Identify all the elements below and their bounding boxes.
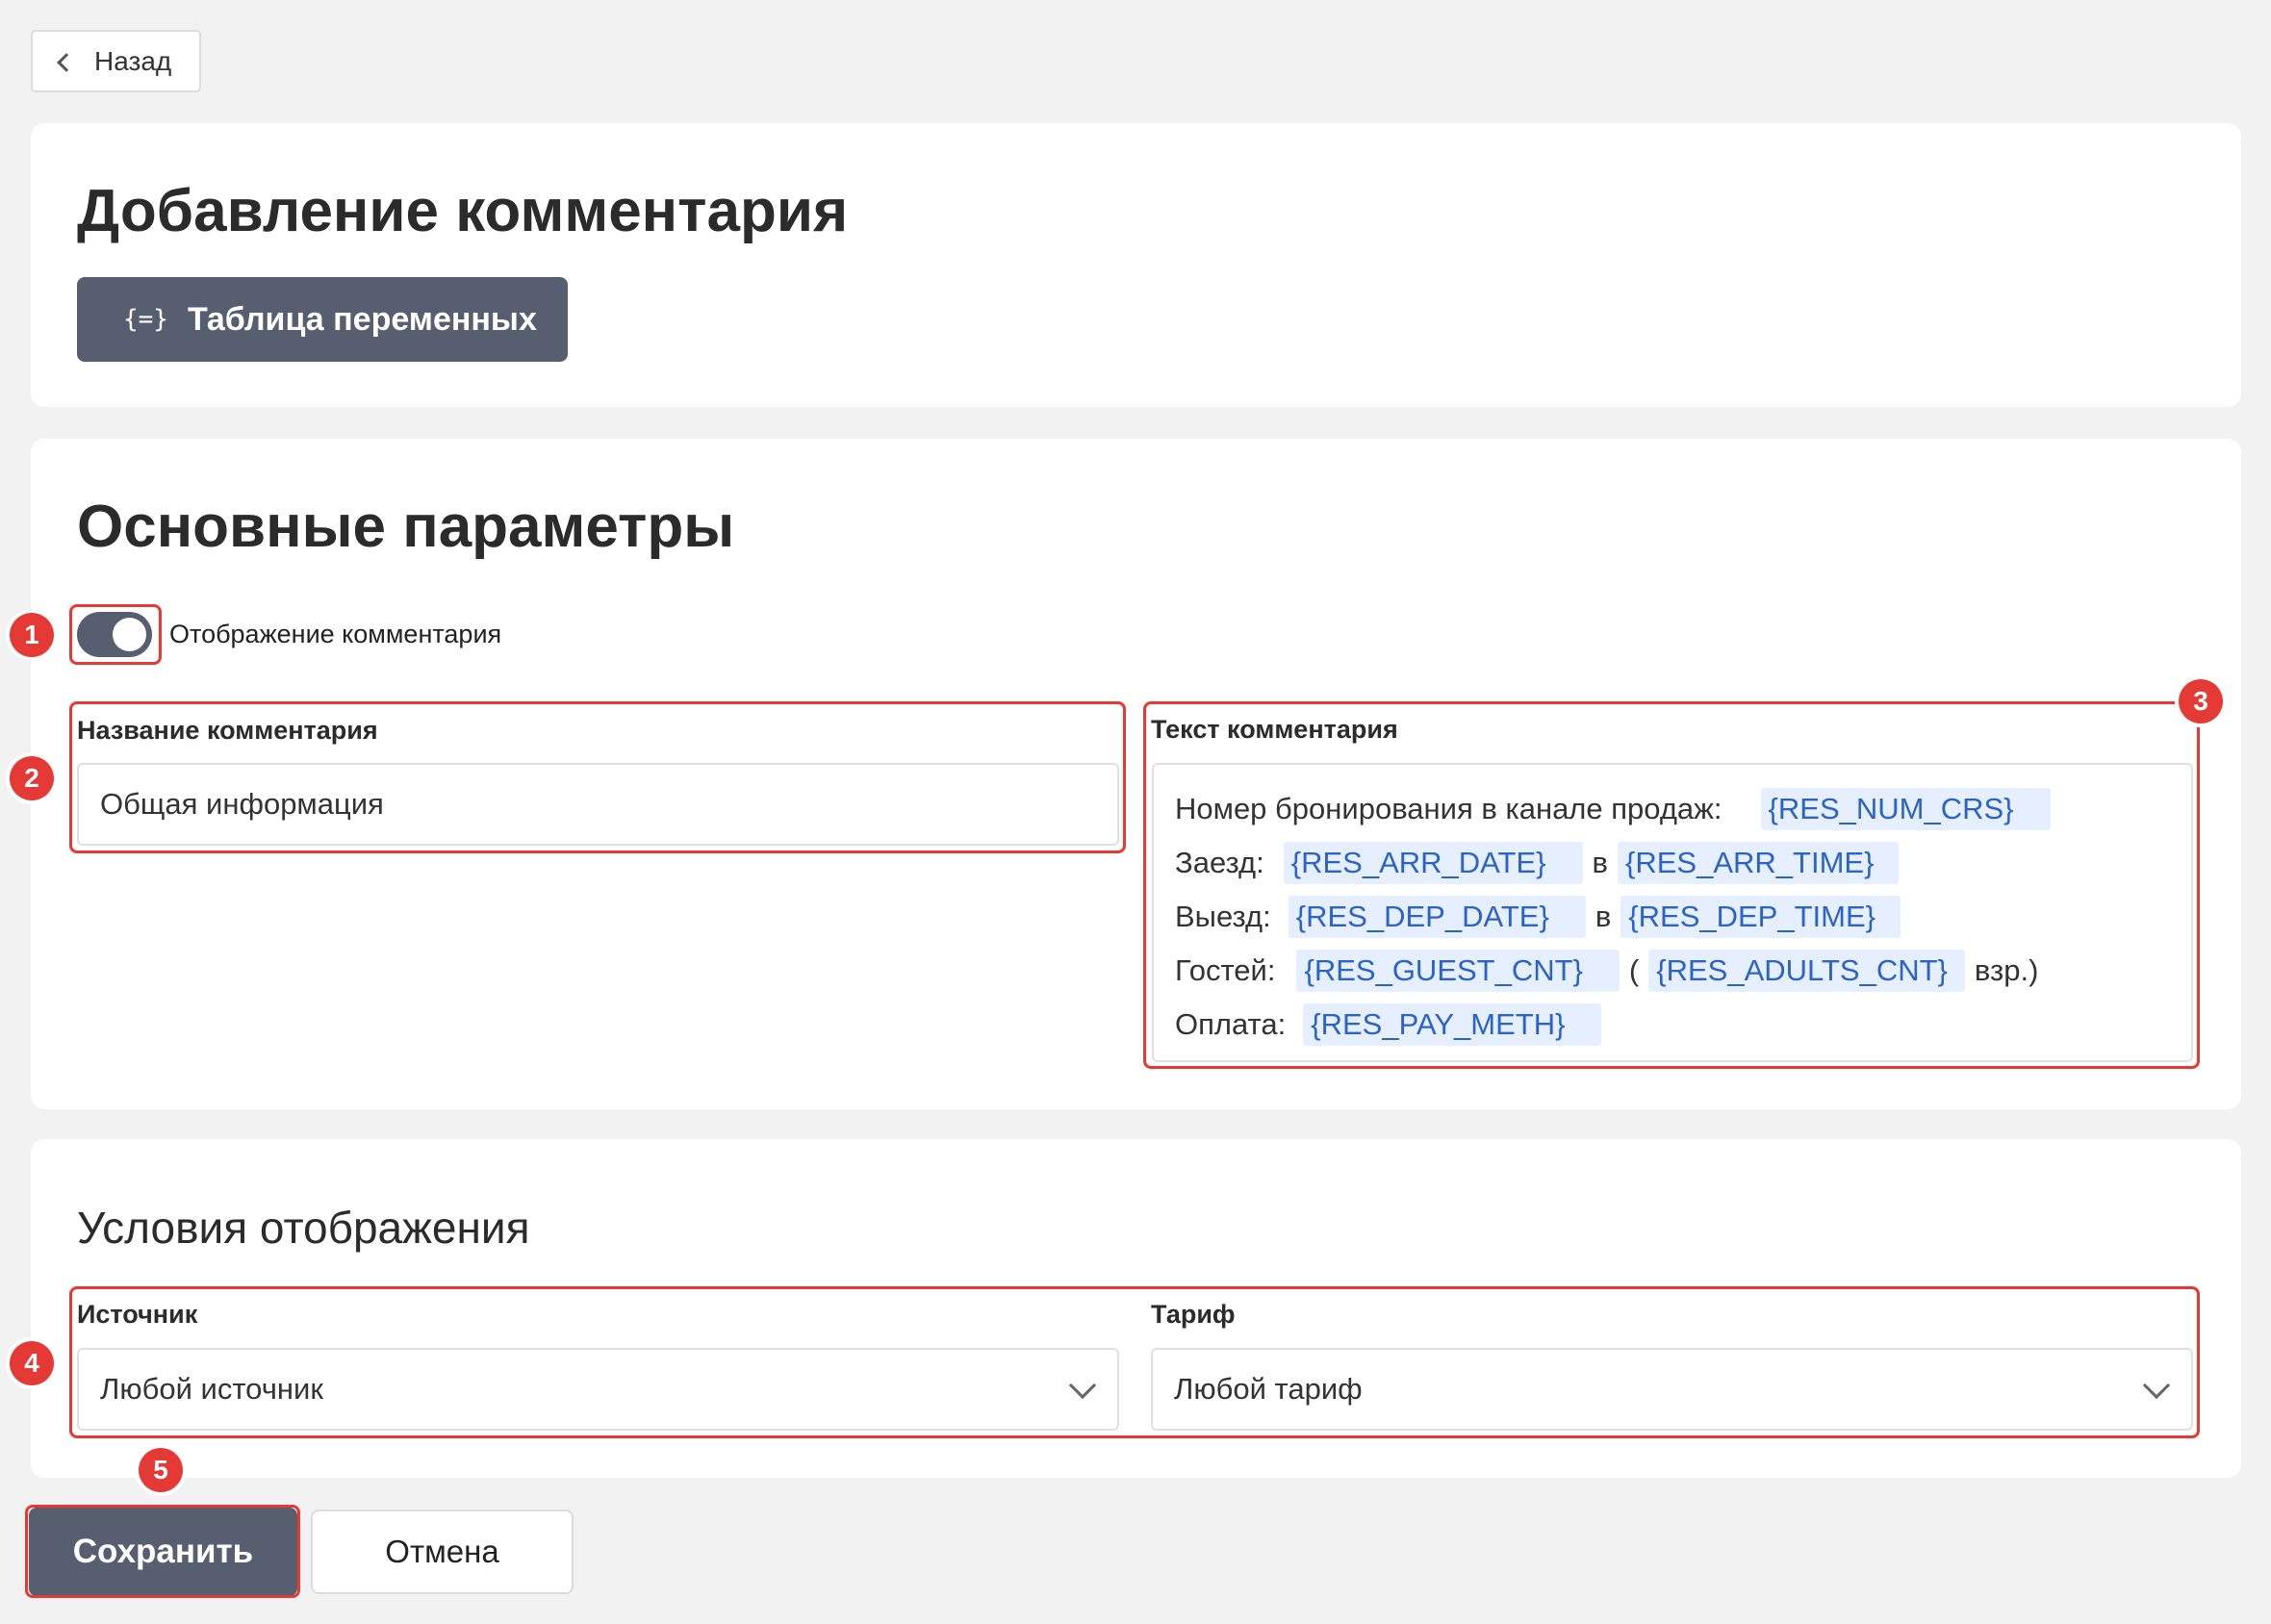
variable-chip: {RES_ARR_DATE}	[1283, 842, 1583, 884]
tariff-select[interactable]: Любой тариф	[1151, 1348, 2193, 1431]
tariff-label: Тариф	[1151, 1300, 1236, 1329]
variable-chip: {RES_NUM_CRS}	[1760, 788, 2051, 830]
comment-name-input[interactable]: Общая информация	[77, 763, 1119, 846]
page-title: Добавление комментария	[77, 178, 849, 244]
chevron-left-icon	[57, 52, 76, 72]
text-line: Номер бронирования в канале продаж: {RES…	[1175, 782, 2191, 836]
toggle-knob	[113, 618, 146, 651]
display-comment-toggle[interactable]	[77, 612, 152, 657]
annotation-badge-1: 1	[10, 613, 54, 657]
variables-table-button[interactable]: {=} Таблица переменных	[77, 277, 568, 362]
tariff-value: Любой тариф	[1174, 1372, 1363, 1406]
source-select[interactable]: Любой источник	[77, 1348, 1119, 1431]
section-title-main: Основные параметры	[77, 494, 735, 560]
comment-name-label: Название комментария	[77, 716, 378, 745]
back-label: Назад	[94, 45, 172, 76]
annotation-badge-2: 2	[10, 756, 54, 800]
variable-chip: {RES_GUEST_CNT}	[1296, 950, 1620, 992]
text-separator: в	[1595, 900, 1612, 933]
annotation-badge-5: 5	[139, 1448, 183, 1492]
save-button[interactable]: Сохранить	[29, 1508, 297, 1596]
text-line: Заезд: {RES_ARR_DATE} в {RES_ARR_TIME}	[1175, 836, 2191, 890]
text-line-prefix: Гостей:	[1175, 953, 1276, 987]
section-title-conditions: Условия отображения	[77, 1203, 530, 1253]
back-button[interactable]: Назад	[31, 30, 201, 92]
variable-chip: {RES_PAY_METH}	[1303, 1003, 1602, 1046]
chevron-down-icon	[1068, 1371, 1097, 1400]
text-line: Гостей: {RES_GUEST_CNT} ( {RES_ADULTS_CN…	[1175, 944, 2191, 998]
text-line-prefix: Номер бронирования в канале продаж:	[1175, 792, 1722, 825]
cancel-button[interactable]: Отмена	[311, 1510, 574, 1594]
comment-name-value: Общая информация	[100, 787, 384, 821]
text-suffix: взр.)	[1974, 953, 2039, 987]
text-line-prefix: Оплата:	[1175, 1007, 1287, 1041]
header-card	[31, 123, 2241, 407]
variables-table-label: Таблица переменных	[187, 300, 537, 338]
text-line-prefix: Выезд:	[1175, 900, 1271, 933]
variable-chip: {RES_ADULTS_CNT}	[1648, 950, 1965, 992]
comment-text-label: Текст комментария	[1151, 715, 1398, 744]
annotation-badge-3: 3	[2179, 679, 2223, 723]
text-line: Оплата: {RES_PAY_METH}	[1175, 998, 2191, 1052]
variables-icon: {=}	[123, 305, 168, 334]
source-value: Любой источник	[100, 1372, 323, 1406]
chevron-down-icon	[2142, 1371, 2171, 1400]
annotation-badge-4: 4	[10, 1341, 54, 1385]
comment-text-area[interactable]: Номер бронирования в канале продаж: {RES…	[1152, 763, 2193, 1062]
variable-chip: {RES_ARR_TIME}	[1618, 842, 1900, 884]
source-label: Источник	[77, 1300, 198, 1329]
text-line: Выезд: {RES_DEP_DATE} в {RES_DEP_TIME}	[1175, 890, 2191, 944]
display-comment-label: Отображение комментария	[169, 620, 502, 648]
variable-chip: {RES_DEP_TIME}	[1620, 896, 1901, 938]
text-line-prefix: Заезд:	[1175, 846, 1264, 879]
variable-chip: {RES_DEP_DATE}	[1288, 896, 1586, 938]
text-separator: (	[1628, 953, 1640, 987]
text-separator: в	[1592, 846, 1608, 879]
